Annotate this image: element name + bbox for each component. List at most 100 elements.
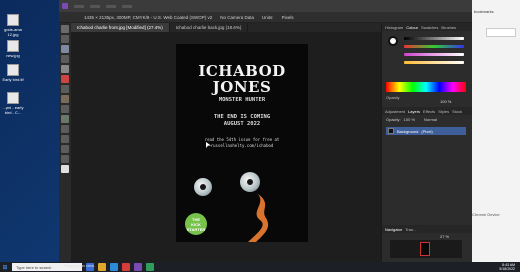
title-bar bbox=[59, 0, 472, 12]
document-tabs: Ichabod charlie front.jpg [Modified] (27… bbox=[59, 23, 381, 32]
desktop-file-icon[interactable]: Early bird.tif bbox=[2, 64, 24, 82]
image-file-icon bbox=[7, 92, 19, 104]
affinity-photo-window: 1435 × 2135px, 300MP, CMYK/8 - U.S. Web … bbox=[59, 0, 472, 262]
tab-colour[interactable]: Colour bbox=[406, 25, 418, 30]
edge-icon[interactable] bbox=[110, 263, 118, 271]
pen-tool-icon[interactable] bbox=[61, 125, 69, 133]
healing-brush-icon[interactable] bbox=[61, 115, 69, 123]
blend-mode-select[interactable]: Normal bbox=[424, 117, 437, 122]
artwork-announce-2: AUGUST 2022 bbox=[223, 121, 261, 127]
windows-start-icon[interactable]: ⊞ bbox=[0, 262, 10, 272]
tab-styles[interactable]: Styles bbox=[438, 109, 449, 114]
tab-layers[interactable]: Layers bbox=[408, 109, 420, 114]
image-file-icon bbox=[7, 64, 19, 76]
colour-slider-2[interactable] bbox=[404, 45, 464, 48]
menu-text[interactable] bbox=[106, 4, 116, 8]
camera-data: No Camera Data bbox=[220, 14, 255, 20]
colour-slider-4[interactable] bbox=[404, 61, 464, 64]
menu-file[interactable] bbox=[74, 4, 84, 8]
layers-panel-tabs: Adjustment Layers Effects Styles Stock bbox=[382, 107, 472, 115]
tab-transform[interactable]: Tran... bbox=[405, 227, 416, 232]
app-icon[interactable] bbox=[146, 263, 154, 271]
colour-slider-1[interactable] bbox=[404, 37, 464, 40]
artwork-read-2: russellnohelty.com/ichabod bbox=[210, 143, 274, 148]
eraser-icon[interactable] bbox=[61, 85, 69, 93]
menu-edit[interactable] bbox=[90, 4, 100, 8]
chrome-icon[interactable] bbox=[122, 263, 130, 271]
layer-row-background[interactable]: Background (Pixel) bbox=[386, 127, 466, 135]
desktop-file-icon[interactable]: gods-ama 12.jpg bbox=[2, 14, 24, 37]
desktop-file-label: new.jpg bbox=[6, 53, 20, 58]
system-clock[interactable]: 8:43 AM 5/18/2022 bbox=[499, 263, 515, 271]
tab-histogram[interactable]: Histogram bbox=[385, 25, 403, 30]
document-tab-label: Ichabod charlie front.jpg [Modified] (27… bbox=[77, 25, 163, 30]
crop-tool-icon[interactable] bbox=[61, 35, 69, 43]
clock-date: 5/18/2022 bbox=[499, 267, 515, 271]
clone-tool-icon[interactable] bbox=[61, 105, 69, 113]
zoom-tool-icon[interactable] bbox=[61, 155, 69, 163]
desktop-file-label: gods-ama 12.jpg bbox=[4, 27, 22, 37]
document-dimensions: 1435 × 2135px, 300MP, CMYK/8 - U.S. Web … bbox=[84, 14, 213, 20]
badge-line-3: STARTER bbox=[186, 227, 206, 232]
colour-slider-3[interactable] bbox=[404, 53, 464, 56]
tab-navigator[interactable]: Navigator bbox=[385, 227, 402, 232]
text-tool-icon[interactable] bbox=[61, 145, 69, 153]
zoom-value[interactable]: 27 % bbox=[440, 234, 449, 239]
units-value[interactable]: Pixels bbox=[282, 15, 294, 20]
menu-document[interactable] bbox=[122, 4, 132, 8]
flood-fill-icon[interactable] bbox=[61, 65, 69, 73]
tab-stock[interactable]: Stock bbox=[452, 109, 462, 114]
desktop-file-icon[interactable]: ...pni - early bird - C... bbox=[2, 92, 24, 115]
colour-panel-tabs: Histogram Colour Swatches Brushes bbox=[382, 23, 472, 31]
marquee-tool-icon[interactable] bbox=[61, 55, 69, 63]
tab-swatches[interactable]: Swatches bbox=[421, 25, 438, 30]
affinity-photo-icon[interactable] bbox=[134, 263, 142, 271]
canvas-area[interactable]: ICHABOD JONES MONSTER HUNTER THE END IS … bbox=[71, 32, 381, 262]
status-hint: Drag to pan view. bbox=[64, 263, 95, 268]
navigator-tabs: Navigator Tran... bbox=[382, 225, 472, 233]
layer-opacity-label: Opacity: bbox=[386, 117, 401, 122]
colour-spectrum[interactable] bbox=[386, 82, 466, 92]
left-eye-illustration bbox=[194, 178, 212, 196]
shape-tool-icon[interactable] bbox=[61, 135, 69, 143]
colour-wheel-icon[interactable] bbox=[388, 36, 398, 46]
tab-brushes[interactable]: Brushes bbox=[441, 25, 456, 30]
app-logo-icon bbox=[62, 3, 68, 9]
paint-brush-icon[interactable] bbox=[61, 75, 69, 83]
desktop-file-icon[interactable]: new.jpg bbox=[2, 40, 24, 58]
navigator-preview[interactable] bbox=[390, 240, 462, 258]
file-explorer-icon[interactable] bbox=[98, 263, 106, 271]
document-tab-label: Ichabod charlie back.jpg (18.6%) bbox=[175, 25, 242, 30]
pupil bbox=[200, 184, 206, 190]
desktop-file-label: ...pni - early bird - C... bbox=[2, 105, 24, 115]
dodge-tool-icon[interactable] bbox=[61, 95, 69, 103]
layer-options-row: Opacity: 100 % Normal bbox=[386, 117, 437, 122]
layer-opacity-value[interactable]: 100 % bbox=[404, 117, 415, 122]
image-file-icon bbox=[7, 40, 19, 52]
browser-bookmarks-label[interactable]: bookmarks bbox=[474, 9, 494, 14]
artwork-title-line2: JONES bbox=[212, 78, 272, 96]
desktop-file-label: Early bird.tif bbox=[2, 77, 24, 82]
layer-thumbnail bbox=[388, 128, 394, 134]
pupil bbox=[247, 179, 253, 185]
selection-brush-icon[interactable] bbox=[61, 45, 69, 53]
tab-effects[interactable]: Effects bbox=[423, 109, 435, 114]
colour-swatch-icon[interactable] bbox=[61, 165, 69, 173]
tab-adjustment[interactable]: Adjustment bbox=[385, 109, 405, 114]
browser-window bbox=[470, 0, 520, 262]
context-toolbar: 1435 × 2135px, 300MP, CMYK/8 - U.S. Web … bbox=[59, 12, 472, 23]
browser-widget bbox=[486, 28, 516, 37]
move-tool-icon[interactable] bbox=[61, 25, 69, 33]
opacity-value[interactable]: 100 % bbox=[440, 99, 451, 104]
opacity-label: Opacity bbox=[386, 95, 400, 100]
flame-illustration bbox=[248, 194, 269, 242]
artwork-read-1: read the 54th issue for free at bbox=[204, 137, 280, 142]
artwork-subtitle: MONSTER HUNTER bbox=[218, 97, 266, 103]
image-file-icon bbox=[7, 14, 19, 26]
units-label: Units: bbox=[262, 14, 274, 20]
artboard[interactable]: ICHABOD JONES MONSTER HUNTER THE END IS … bbox=[176, 44, 308, 242]
document-tab-front[interactable]: Ichabod charlie front.jpg [Modified] (27… bbox=[71, 23, 170, 32]
document-tab-back[interactable]: Ichabod charlie back.jpg (18.6%) bbox=[170, 23, 249, 32]
navigator-thumbnail bbox=[420, 242, 430, 256]
kickstarter-badge: THE KICK STARTER bbox=[185, 213, 207, 235]
